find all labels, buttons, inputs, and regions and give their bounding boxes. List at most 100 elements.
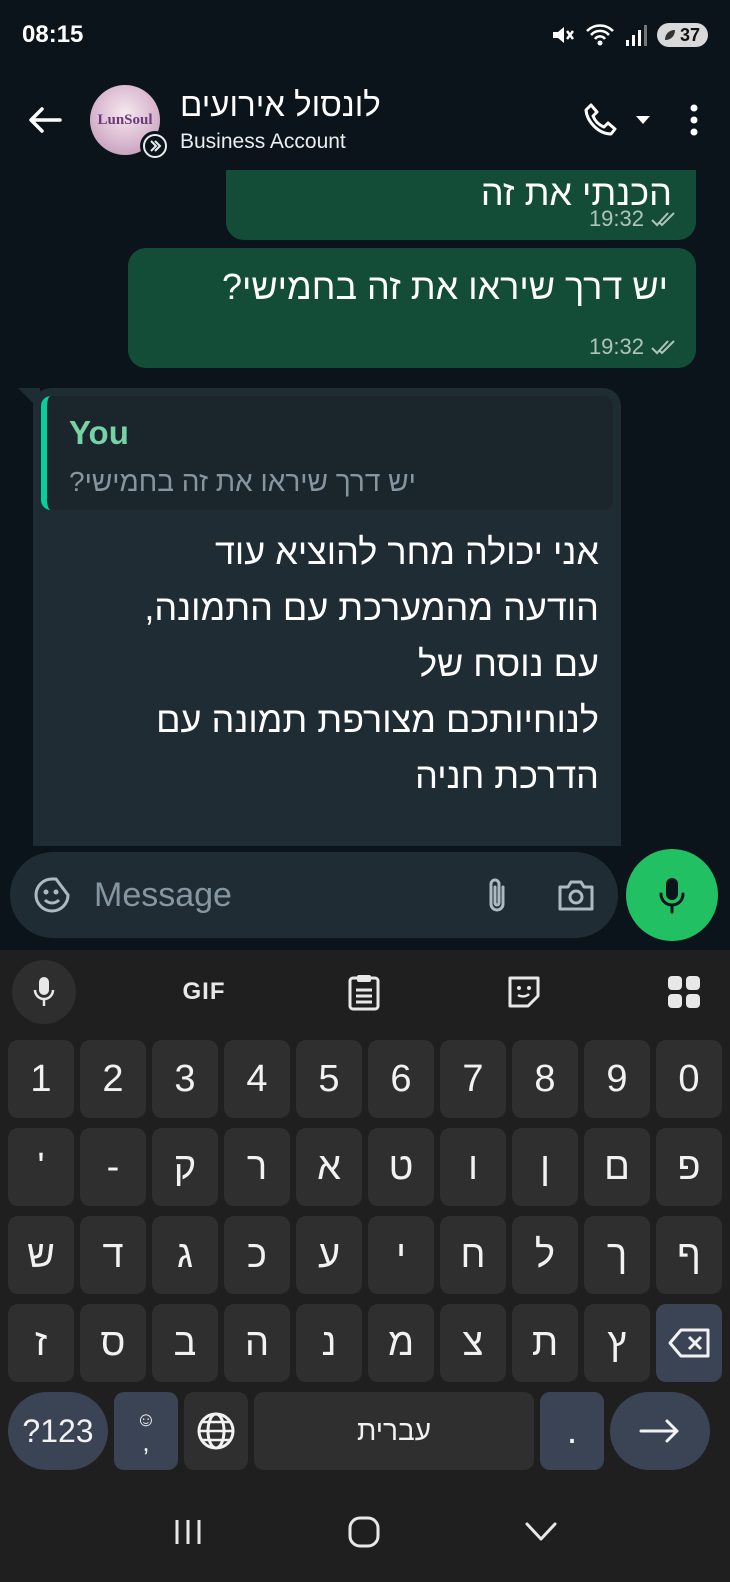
key[interactable]: 1 [8, 1040, 74, 1118]
mute-icon [552, 27, 574, 43]
backspace-icon [668, 1328, 710, 1358]
backspace-key[interactable] [656, 1304, 722, 1382]
key[interactable]: ם [584, 1128, 650, 1206]
gif-label: GIF [182, 978, 226, 1005]
key[interactable]: י [368, 1216, 434, 1294]
key[interactable]: ב [152, 1304, 218, 1382]
double-check-icon [651, 212, 675, 227]
key[interactable]: ה [224, 1304, 290, 1382]
message-outgoing[interactable]: יש דרך שיראו את זה בחמישי? 19:32 [128, 248, 696, 368]
battery-level: 37 [679, 24, 700, 45]
key[interactable]: - [80, 1128, 146, 1206]
voice-record-button[interactable] [626, 849, 718, 941]
key[interactable]: פ [656, 1128, 722, 1206]
key[interactable]: ג [152, 1216, 218, 1294]
keyboard-toolbar: GIF [0, 950, 730, 1030]
clipboard-button[interactable] [332, 960, 396, 1024]
message-meta: 19:32 [128, 334, 696, 360]
period-key[interactable]: . [540, 1392, 604, 1470]
call-button[interactable] [582, 101, 652, 139]
quote-text: יש דרך שיראו את זה בחמישי? [69, 466, 416, 497]
key[interactable]: 3 [152, 1040, 218, 1118]
key[interactable]: 8 [512, 1040, 578, 1118]
key[interactable]: 0 [656, 1040, 722, 1118]
input-placeholder: Message [94, 875, 232, 914]
key[interactable]: ט [368, 1128, 434, 1206]
message-incoming[interactable]: You יש דרך שיראו את זה בחמישי? אני יכולה… [33, 388, 621, 846]
key[interactable]: ף [656, 1216, 722, 1294]
microphone-icon [659, 878, 685, 914]
key[interactable]: ק [152, 1128, 218, 1206]
voice-input-button[interactable] [12, 960, 76, 1024]
key[interactable]: ך [584, 1216, 650, 1294]
emoji-comma-key[interactable]: ☺ , [114, 1392, 178, 1470]
key[interactable]: ח [440, 1216, 506, 1294]
key[interactable]: ל [512, 1216, 578, 1294]
gif-button[interactable]: GIF [172, 960, 236, 1024]
avatar-logo: LunSoul [97, 111, 153, 128]
more-options-icon[interactable] [688, 102, 700, 138]
key[interactable]: כ [224, 1216, 290, 1294]
key[interactable]: ר [224, 1128, 290, 1206]
key[interactable]: 5 [296, 1040, 362, 1118]
quote-author: You [69, 414, 129, 451]
avatar[interactable]: LunSoul [90, 85, 170, 161]
message-outgoing[interactable]: הכנתי את זה 19:32 [226, 170, 696, 240]
key[interactable]: ן [512, 1128, 578, 1206]
key[interactable]: ע [296, 1216, 362, 1294]
keyboard-row-1: ' - ק ר א ט ו ן ם פ [8, 1128, 722, 1206]
key[interactable]: 7 [440, 1040, 506, 1118]
key[interactable]: ו [440, 1128, 506, 1206]
key[interactable]: נ [296, 1304, 362, 1382]
wifi-icon [586, 24, 614, 46]
back-nav-icon[interactable] [524, 1521, 558, 1543]
message-input[interactable]: Message [10, 852, 618, 938]
back-arrow-icon [29, 107, 62, 133]
home-icon[interactable] [347, 1515, 381, 1549]
key[interactable]: ד [80, 1216, 146, 1294]
key[interactable]: 4 [224, 1040, 290, 1118]
chat-area[interactable]: הכנתי את זה 19:32 יש דרך שיראו את זה בחמ… [0, 170, 730, 846]
keyboard-row-2: ש ד ג כ ע י ח ל ך ף [8, 1216, 722, 1294]
key[interactable]: ס [80, 1304, 146, 1382]
language-key[interactable] [184, 1392, 248, 1470]
grid-icon [668, 976, 700, 1008]
key[interactable]: צ [440, 1304, 506, 1382]
key[interactable]: ת [512, 1304, 578, 1382]
symbols-key[interactable]: ?123 [8, 1392, 108, 1470]
sticker-keyboard-button[interactable] [492, 960, 556, 1024]
key[interactable]: מ [368, 1304, 434, 1382]
keyboard-row-numbers: 1 2 3 4 5 6 7 8 9 0 [8, 1040, 722, 1118]
enter-key[interactable] [610, 1392, 710, 1470]
contact-subtitle: Business Account [180, 130, 346, 153]
recent-apps-icon[interactable] [172, 1518, 204, 1546]
message-text: יש דרך שיראו את זה בחמישי? [222, 266, 668, 307]
status-time: 08:15 [22, 21, 84, 48]
key[interactable]: 6 [368, 1040, 434, 1118]
sticker-icon[interactable] [32, 875, 72, 915]
signal-icon [625, 25, 647, 46]
keyboard-row-bottom: ?123 ☺ , עברית . [8, 1392, 722, 1470]
message-time: 19:32 [588, 334, 644, 359]
key[interactable]: ' [8, 1128, 74, 1206]
phone-icon [584, 103, 617, 136]
contact-name: לונסול אירועים [180, 86, 381, 123]
key[interactable]: ש [8, 1216, 74, 1294]
key[interactable]: א [296, 1128, 362, 1206]
clipboard-icon [348, 975, 380, 1011]
enter-arrow-icon [639, 1419, 679, 1443]
contact-info[interactable]: לונסול אירועים Business Account [180, 86, 381, 154]
attach-icon[interactable] [484, 875, 510, 915]
keyboard-row-3: ז ס ב ה נ מ צ ת ץ [8, 1304, 722, 1382]
space-key[interactable]: עברית [254, 1392, 534, 1470]
back-button[interactable] [0, 70, 90, 170]
camera-icon[interactable] [556, 877, 596, 913]
status-bar: 08:15 37 [0, 0, 730, 70]
apps-button[interactable] [652, 960, 716, 1024]
key[interactable]: ז [8, 1304, 74, 1382]
key[interactable]: 2 [80, 1040, 146, 1118]
quoted-message[interactable]: You יש דרך שיראו את זה בחמישי? [41, 396, 613, 510]
key[interactable]: 9 [584, 1040, 650, 1118]
message-text: אני יכולה מחר להוציא עוד הודעה מהמערכת ע… [144, 531, 599, 796]
key[interactable]: ץ [584, 1304, 650, 1382]
